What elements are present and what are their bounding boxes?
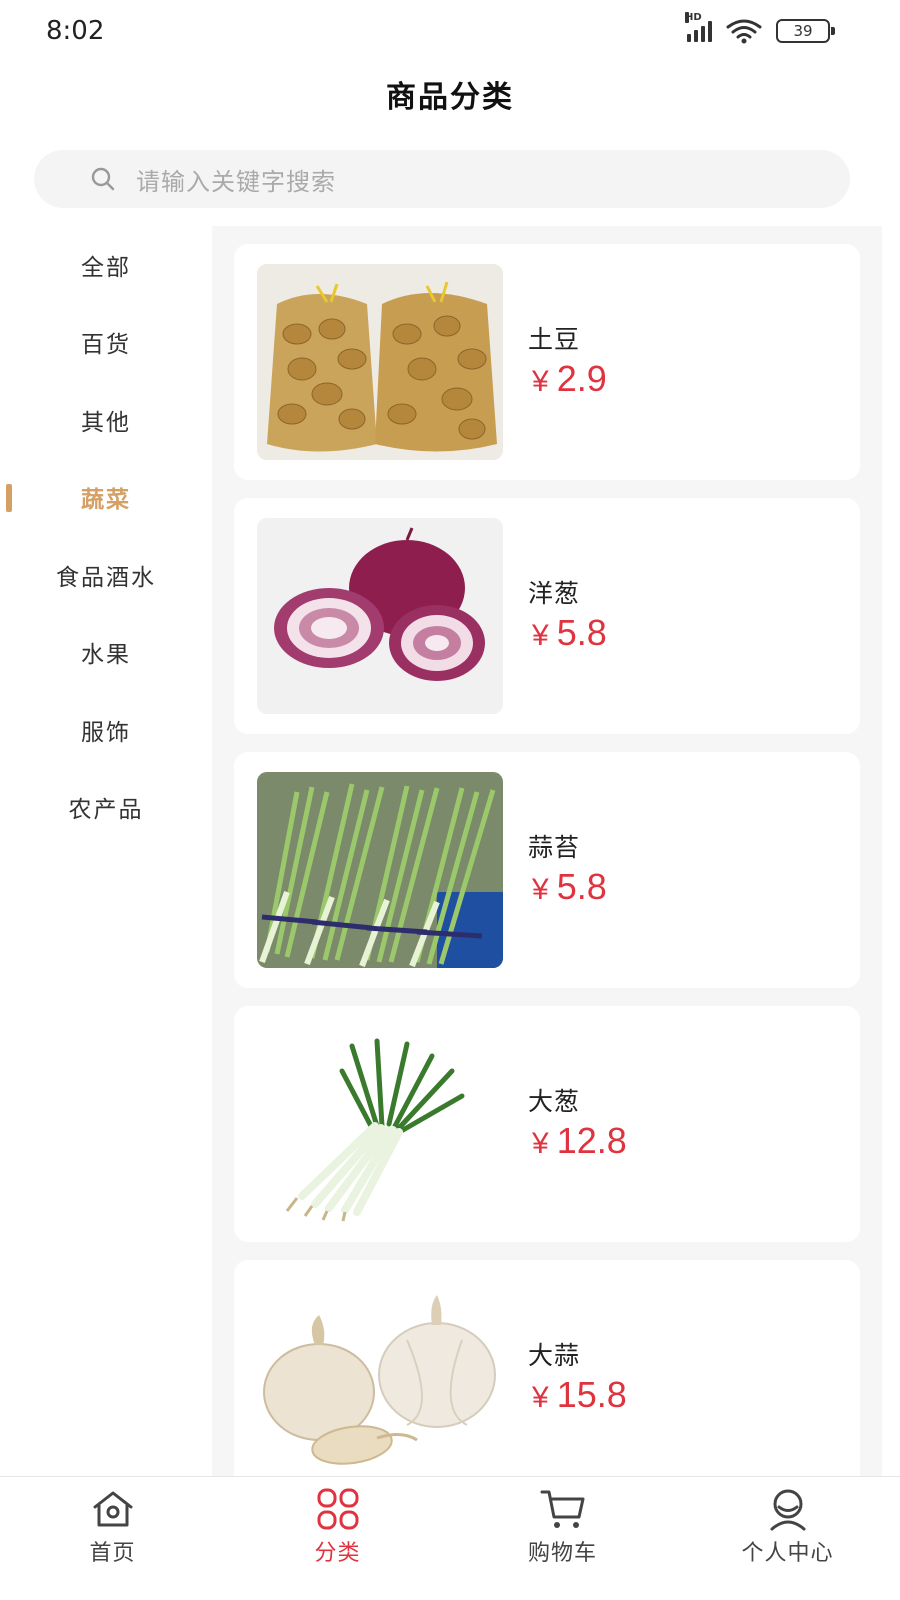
garlic-image: [257, 1280, 503, 1476]
search-input[interactable]: 请输入关键字搜索: [34, 150, 850, 208]
category-icon: [317, 1488, 358, 1530]
sidebar-item-label: 服饰: [81, 719, 131, 746]
tab-label: 购物车: [527, 1541, 597, 1566]
product-name: 蒜苔: [528, 833, 581, 862]
search-icon: [91, 167, 115, 191]
product-card[interactable]: 大蒜 ¥15.8: [234, 1260, 860, 1476]
currency-symbol: ¥: [532, 1381, 549, 1414]
sidebar-item-label: 全部: [81, 254, 131, 281]
cart-icon: [540, 1490, 584, 1528]
price-value: 2.9: [556, 358, 607, 399]
product-price: ¥15.8: [532, 1374, 627, 1416]
potato-image: [257, 264, 503, 460]
tab-home[interactable]: 首页: [0, 1477, 225, 1600]
sidebar-item-food-drinks[interactable]: 食品酒水: [0, 536, 212, 614]
product-price: ¥12.8: [532, 1120, 627, 1162]
product-list[interactable]: 土豆 ¥2.9 洋葱 ¥5.8 蒜苔 ¥ 5.8 大葱 ¥ 12.8 大蒜 ¥ …: [212, 226, 882, 1476]
scallion-image: [257, 1026, 503, 1222]
sidebar-item-all[interactable]: 全部: [0, 226, 212, 304]
tab-category[interactable]: 分类: [225, 1477, 450, 1600]
home-icon: [93, 1491, 132, 1527]
product-price: ¥2.9: [532, 358, 607, 400]
product-name: 洋葱: [528, 579, 581, 608]
product-name: 土豆: [528, 325, 581, 354]
status-bar: 8:02 HD 39: [0, 0, 900, 64]
product-price: ¥5.8: [532, 866, 607, 908]
sidebar-item-label: 农产品: [68, 797, 144, 824]
currency-symbol: ¥: [532, 619, 549, 652]
currency-symbol: ¥: [532, 1127, 549, 1160]
network-label: HD: [685, 12, 702, 23]
profile-icon: [770, 1489, 805, 1531]
tab-profile[interactable]: 个人中心: [675, 1477, 900, 1600]
product-card[interactable]: 蒜苔 ¥5.8: [234, 752, 860, 988]
page-title: 商品分类: [386, 80, 514, 115]
sidebar-item-other[interactable]: 其他: [0, 381, 212, 459]
battery-level: 39: [793, 22, 813, 40]
sidebar-item-label: 百货: [81, 332, 131, 359]
price-value: 5.8: [556, 866, 607, 907]
price-value: 5.8: [556, 612, 607, 653]
currency-symbol: ¥: [532, 873, 549, 906]
wifi-icon: [726, 19, 762, 44]
sidebar-item-label: 水果: [81, 642, 131, 669]
sidebar-item-vegetables[interactable]: 蔬菜: [0, 459, 212, 537]
active-indicator: [6, 483, 12, 512]
product-name: 大蒜: [528, 1341, 581, 1370]
sidebar-item-clothing[interactable]: 服饰: [0, 691, 212, 769]
onion-image: [257, 518, 503, 714]
status-time: 8:02: [46, 16, 105, 46]
tab-label: 首页: [89, 1541, 136, 1566]
category-sidebar: 全部 百货 其他 蔬菜 食品酒水 水果 服饰 农产品: [0, 226, 212, 1476]
product-card[interactable]: 土豆 ¥2.9: [234, 244, 860, 480]
price-value: 15.8: [556, 1374, 627, 1415]
search-placeholder: 请输入关键字搜索: [136, 167, 336, 196]
product-price: ¥5.8: [532, 612, 607, 654]
product-card[interactable]: 洋葱 ¥5.8: [234, 498, 860, 734]
signal-icon: HD: [685, 12, 712, 42]
tab-label: 个人中心: [741, 1541, 834, 1566]
product-name: 大葱: [528, 1087, 581, 1116]
sidebar-item-label: 其他: [81, 409, 131, 436]
product-card[interactable]: 大葱 ¥12.8: [234, 1006, 860, 1242]
sidebar-item-fruit[interactable]: 水果: [0, 614, 212, 692]
sidebar-item-general-goods[interactable]: 百货: [0, 304, 212, 382]
battery-icon: 39: [776, 19, 835, 43]
status-icons: HD 39: [685, 12, 835, 44]
currency-symbol: ¥: [532, 365, 549, 398]
bottom-tab-bar: 首页 分类 购物车 个人中心: [0, 1476, 900, 1600]
price-value: 12.8: [556, 1120, 627, 1161]
sidebar-item-label: 食品酒水: [56, 564, 156, 591]
garlic-scape-image: [257, 772, 503, 968]
tab-cart[interactable]: 购物车: [450, 1477, 675, 1600]
sidebar-item-label: 蔬菜: [81, 487, 131, 514]
tab-label: 分类: [314, 1541, 361, 1566]
sidebar-item-farm-products[interactable]: 农产品: [0, 769, 212, 847]
